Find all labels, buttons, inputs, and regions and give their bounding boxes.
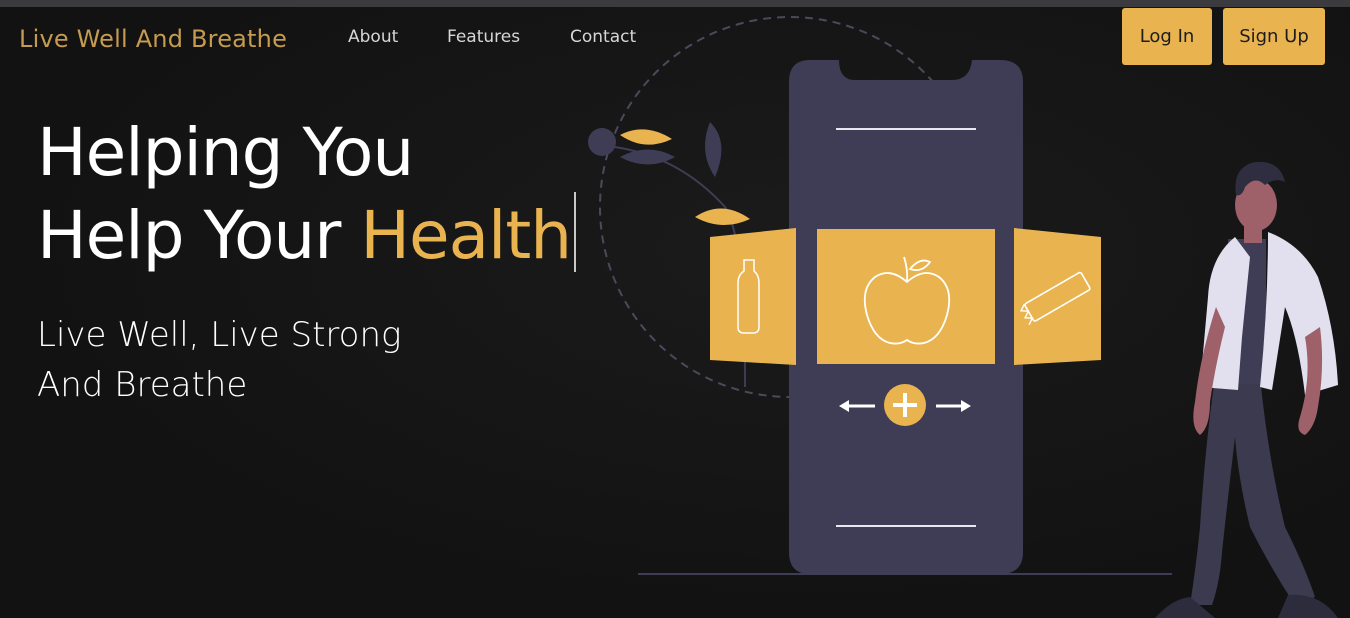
hero-title-line1: Helping You bbox=[37, 114, 414, 191]
brand-logo-link[interactable]: Live Well And Breathe bbox=[19, 25, 287, 53]
person-figure bbox=[1155, 161, 1338, 618]
hero-title: Helping You Help Your Health bbox=[37, 113, 577, 275]
hero-subtitle-line2: And Breathe bbox=[37, 365, 248, 405]
nav-link-features[interactable]: Features bbox=[447, 27, 520, 47]
hero-title-line2-prefix: Help Your bbox=[37, 197, 361, 274]
snack-bar-card bbox=[1014, 228, 1101, 365]
plus-icon bbox=[884, 384, 926, 426]
apple-card bbox=[817, 229, 995, 364]
hero-title-accent: Health bbox=[360, 197, 572, 274]
hero-illustration bbox=[588, 16, 1338, 618]
nav-link-about[interactable]: About bbox=[348, 27, 398, 47]
browser-top-strip bbox=[0, 0, 1350, 7]
hero-subtitle: Live Well, Live Strong And Breathe bbox=[37, 310, 401, 410]
hero-subtitle-line1: Live Well, Live Strong bbox=[37, 315, 402, 355]
water-bottle-card bbox=[710, 228, 796, 365]
